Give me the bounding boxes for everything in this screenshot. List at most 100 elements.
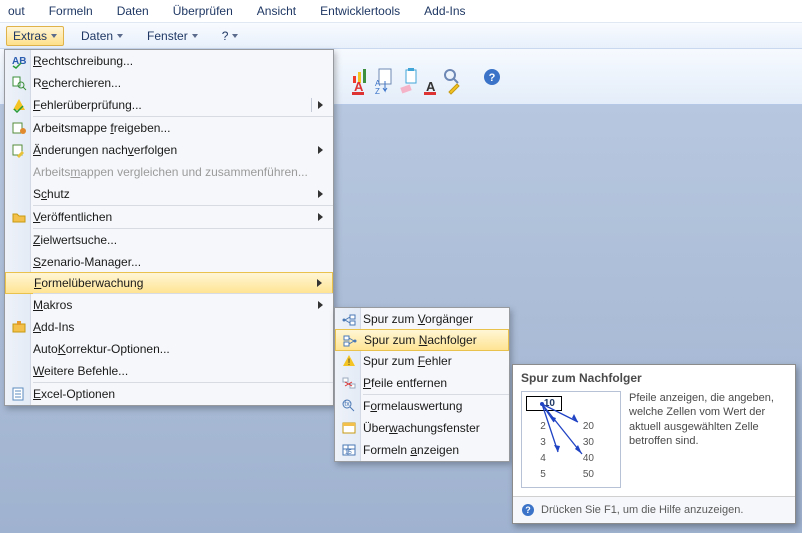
menu-label: Formelüberwachung xyxy=(34,276,317,290)
menu-item-formelueberwachung[interactable]: Formelüberwachung xyxy=(5,272,333,294)
menu-item-spur-fehler[interactable]: ! Spur zum Fehler xyxy=(335,350,509,372)
track-changes-icon xyxy=(5,142,33,158)
svg-text:fx: fx xyxy=(344,401,350,408)
menu-item-weitere-befehle[interactable]: Weitere Befehle... xyxy=(5,360,333,382)
folder-icon xyxy=(5,209,33,225)
menu-label: Spur zum Nachfolger xyxy=(364,333,508,347)
tab-ansicht[interactable]: Ansicht xyxy=(257,4,296,18)
tooltip-footer: ? Drücken Sie F1, um die Hilfe anzuzeige… xyxy=(513,496,795,523)
text-color-icon[interactable]: A xyxy=(422,78,440,96)
menu-label: Schutz xyxy=(33,187,318,201)
menu-item-zielwertsuche[interactable]: Zielwertsuche... xyxy=(5,229,333,251)
menu-label: Fehlerüberprüfung... xyxy=(33,98,311,112)
extras-menu-button[interactable]: Extras xyxy=(6,26,64,46)
daten-menu-button[interactable]: Daten xyxy=(74,26,130,46)
menu-item-addins[interactable]: Add-Ins xyxy=(5,316,333,338)
watch-window-icon xyxy=(335,420,363,436)
submenu-arrow-icon xyxy=(317,279,322,287)
svg-text:?: ? xyxy=(489,72,496,84)
menu-label: Zielwertsuche... xyxy=(33,233,333,247)
trace-precedents-icon xyxy=(335,311,363,327)
submenu-arrow-icon xyxy=(318,101,323,109)
submenu-arrow-icon xyxy=(318,190,323,198)
extras-dropdown-menu: ABC Rechtschreibung... Recherchieren... … xyxy=(4,49,334,406)
menu-label: Excel-Optionen xyxy=(33,387,333,401)
menu-label: Formeln anzeigen xyxy=(363,443,509,457)
menu-item-szenario-manager[interactable]: Szenario-Manager... xyxy=(5,251,333,273)
menu-item-aenderungen-nachverfolgen[interactable]: Änderungen nachverfolgen xyxy=(5,139,333,161)
chevron-down-icon xyxy=(51,34,57,38)
svg-text:A: A xyxy=(354,79,364,94)
menu-label: Überwachungsfenster xyxy=(363,421,509,435)
chevron-down-icon xyxy=(117,34,123,38)
spellcheck-icon: ABC xyxy=(5,53,33,69)
menu-label: Weitere Befehle... xyxy=(33,364,333,378)
submenu-arrow-icon xyxy=(318,301,323,309)
eraser-icon[interactable] xyxy=(398,78,416,96)
classic-menu-bar: Extras Daten Fenster ? xyxy=(0,23,802,49)
tooltip-text: Pfeile anzeigen, die angeben, welche Zel… xyxy=(629,391,787,488)
tooltip-illustration: 10 220 330 440 550 xyxy=(521,391,621,488)
menu-item-spur-vorgaenger[interactable]: Spur zum Vorgänger xyxy=(335,308,509,330)
chevron-down-icon xyxy=(232,34,238,38)
menu-label: Formelauswertung xyxy=(363,399,509,413)
fenster-menu-button[interactable]: Fenster xyxy=(140,26,205,46)
menu-label: Arbeitsmappe freigeben... xyxy=(33,121,333,135)
svg-text:15: 15 xyxy=(345,450,352,456)
menu-item-makros[interactable]: Makros xyxy=(5,294,333,316)
help-icon[interactable]: ? xyxy=(482,67,502,87)
submenu-arrow-icon xyxy=(318,146,323,154)
evaluate-formula-icon: fx xyxy=(335,398,363,414)
share-icon xyxy=(5,120,33,136)
tab-ueberpruefen[interactable]: Überprüfen xyxy=(173,4,233,18)
menu-label: AutoKorrektur-Optionen... xyxy=(33,342,333,356)
menu-label: Arbeitsmappen vergleichen und zusammenfü… xyxy=(33,165,333,179)
menu-label: Szenario-Manager... xyxy=(33,255,333,269)
submenu-arrow-icon xyxy=(318,213,323,221)
research-icon xyxy=(5,75,33,91)
tab-entwicklertools[interactable]: Entwicklertools xyxy=(320,4,400,18)
menu-item-veroeffentlichen[interactable]: Veröffentlichen xyxy=(5,206,333,228)
menu-item-spur-nachfolger[interactable]: Spur zum Nachfolger xyxy=(335,329,509,351)
menu-label: Recherchieren... xyxy=(33,76,333,90)
svg-text:Z: Z xyxy=(375,87,380,96)
menu-item-formelauswertung[interactable]: fx Formelauswertung xyxy=(335,395,509,417)
show-formulas-icon: 15 xyxy=(335,442,363,458)
menu-item-fehlerueberpruefung[interactable]: Fehlerüberprüfung... xyxy=(5,94,333,116)
error-check-icon xyxy=(5,97,33,113)
tab-formeln[interactable]: Formeln xyxy=(49,4,93,18)
tooltip-spur-nachfolger: Spur zum Nachfolger 10 220 330 440 550 P… xyxy=(512,364,796,524)
menu-label: Spur zum Fehler xyxy=(363,354,509,368)
menu-item-pfeile-entfernen[interactable]: Pfeile entfernen xyxy=(335,372,509,394)
options-icon xyxy=(5,386,33,402)
menu-item-formeln-anzeigen[interactable]: 15 Formeln anzeigen xyxy=(335,439,509,461)
chevron-down-icon xyxy=(192,34,198,38)
menu-item-ueberwachungsfenster[interactable]: Überwachungsfenster xyxy=(335,417,509,439)
menu-label: Änderungen nachverfolgen xyxy=(33,143,318,157)
menu-item-rechtschreibung[interactable]: ABC Rechtschreibung... xyxy=(5,50,333,72)
help-menu-button[interactable]: ? xyxy=(215,26,246,46)
trace-dependents-icon xyxy=(336,332,364,348)
formelueberwachung-submenu: Spur zum Vorgänger Spur zum Nachfolger !… xyxy=(334,307,510,462)
tooltip-title: Spur zum Nachfolger xyxy=(513,365,795,387)
menu-item-recherchieren[interactable]: Recherchieren... xyxy=(5,72,333,94)
menu-label: Add-Ins xyxy=(33,320,333,334)
sort-icon[interactable]: AZ xyxy=(374,78,392,96)
menu-label: Pfeile entfernen xyxy=(363,376,509,390)
tab-addins[interactable]: Add-Ins xyxy=(424,4,465,18)
menu-label: Rechtschreibung... xyxy=(33,54,333,68)
tab-layout[interactable]: out xyxy=(8,4,25,18)
help-icon: ? xyxy=(521,503,535,517)
addins-icon xyxy=(5,319,33,335)
tab-daten[interactable]: Daten xyxy=(117,4,149,18)
trace-error-icon: ! xyxy=(335,353,363,369)
svg-text:?: ? xyxy=(525,505,531,515)
pencil-icon[interactable] xyxy=(446,78,464,96)
menu-item-arbeitsmappen-vergleichen: Arbeitsmappen vergleichen und zusammenfü… xyxy=(5,161,333,183)
menu-item-arbeitsmappe-freigeben[interactable]: Arbeitsmappe freigeben... xyxy=(5,117,333,139)
font-color-icon[interactable]: A xyxy=(350,78,368,96)
menu-item-autokorrektur[interactable]: AutoKorrektur-Optionen... xyxy=(5,338,333,360)
svg-text:!: ! xyxy=(348,357,351,367)
menu-item-excel-optionen[interactable]: Excel-Optionen xyxy=(5,383,333,405)
menu-item-schutz[interactable]: Schutz xyxy=(5,183,333,205)
